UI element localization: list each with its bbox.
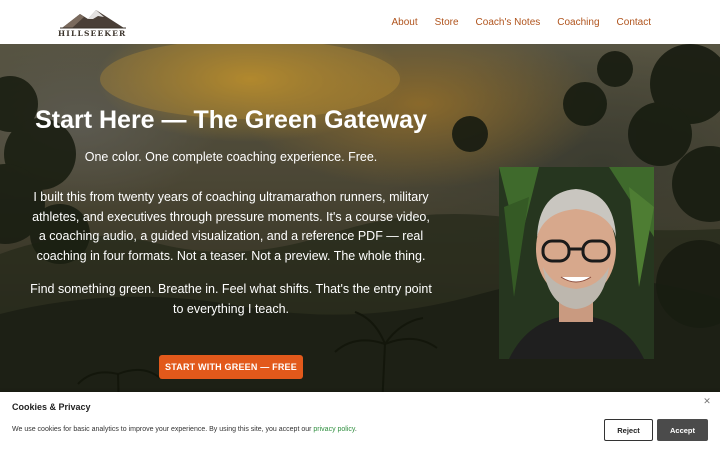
accept-button[interactable]: Accept xyxy=(657,419,708,441)
nav-coaching[interactable]: Coaching xyxy=(557,17,599,28)
hero-subtitle: One color. One complete coaching experie… xyxy=(84,150,378,164)
start-with-green-button[interactable]: START WITH GREEN — FREE xyxy=(159,355,303,379)
cookie-message-end: . xyxy=(354,426,357,433)
mountain-icon xyxy=(60,10,126,29)
cookie-banner: Cookies & Privacy ✕ We use cookies for b… xyxy=(0,392,720,450)
cookie-title: Cookies & Privacy xyxy=(12,402,91,412)
site-logo[interactable]: HILLSEEKER xyxy=(58,8,128,38)
hero-paragraph-intro: I built this from twenty years of coachi… xyxy=(32,190,430,263)
reject-button[interactable]: Reject xyxy=(604,419,653,441)
hero-paragraph-entry: Find something green. Breathe in. Feel w… xyxy=(30,282,432,316)
page-title: Start Here — The Green Gateway xyxy=(35,106,427,134)
hero-section: Start Here — The Green Gateway One color… xyxy=(0,44,720,450)
nav-contact[interactable]: Contact xyxy=(617,17,651,28)
coach-portrait-image xyxy=(499,167,654,359)
site-header: HILLSEEKER About Store Coach's Notes Coa… xyxy=(0,0,720,44)
main-nav: About Store Coach's Notes Coaching Conta… xyxy=(375,0,652,44)
brand-name: HILLSEEKER xyxy=(58,29,127,38)
nav-about[interactable]: About xyxy=(392,17,418,28)
nav-coachs-notes[interactable]: Coach's Notes xyxy=(476,17,541,28)
cookie-message-text: We use cookies for basic analytics to im… xyxy=(12,426,314,433)
close-icon[interactable]: ✕ xyxy=(702,396,712,406)
nav-store[interactable]: Store xyxy=(435,17,459,28)
privacy-policy-link[interactable]: privacy policy xyxy=(313,426,355,433)
cookie-message: We use cookies for basic analytics to im… xyxy=(12,426,357,433)
